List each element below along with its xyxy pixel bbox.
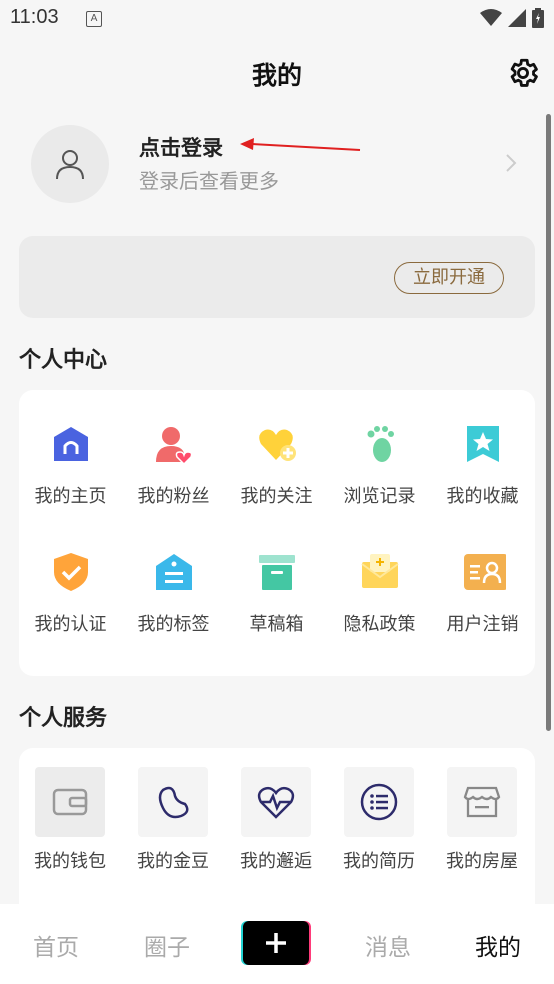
- item-label: 草稿箱: [249, 614, 304, 635]
- item-label: 我的收藏: [446, 486, 519, 507]
- item-my-favorites[interactable]: 我的收藏: [431, 424, 534, 508]
- item-browse-history[interactable]: 浏览记录: [328, 424, 431, 508]
- section-title-personal-center: 个人中心: [19, 348, 108, 373]
- item-label: 隐私政策: [343, 614, 416, 635]
- create-post-button[interactable]: [243, 921, 309, 965]
- scrollbar[interactable]: [546, 114, 551, 731]
- signal-icon: [508, 9, 526, 27]
- wifi-icon: [480, 9, 502, 26]
- draft-box-icon: [258, 555, 295, 590]
- follow-heart-icon: [258, 429, 296, 461]
- red-arrow-annotation: [240, 138, 361, 151]
- item-my-house[interactable]: 我的房屋: [446, 767, 518, 873]
- item-my-verification[interactable]: 我的认证: [19, 552, 122, 636]
- user-icon: [56, 150, 84, 180]
- home-icon: [53, 427, 88, 461]
- item-my-fans[interactable]: 我的粉丝: [122, 424, 225, 508]
- star-bookmark-icon: [466, 426, 499, 462]
- item-my-golden-beans[interactable]: 我的金豆: [137, 767, 209, 873]
- item-privacy-policy[interactable]: 隐私政策: [328, 552, 431, 636]
- item-label: 我的主页: [34, 486, 107, 507]
- avatar[interactable]: [31, 125, 109, 203]
- item-label: 我的关注: [240, 486, 313, 507]
- tab-mine[interactable]: 我的: [458, 928, 538, 962]
- store-icon: [447, 767, 517, 837]
- shield-check-icon: [53, 553, 88, 591]
- personal-center-card: 我的主页 我的粉丝 我的关注 浏览记录 我的收藏 我的认证 我的标签 草稿箱 隐…: [19, 390, 535, 676]
- item-my-following[interactable]: 我的关注: [225, 424, 328, 508]
- list-icon: [344, 767, 414, 837]
- item-label: 我的简历: [343, 851, 415, 872]
- login-title[interactable]: 点击登录: [139, 132, 223, 162]
- tab-circle[interactable]: 圈子: [127, 928, 207, 962]
- item-label: 我的邂逅: [240, 851, 312, 872]
- item-my-encounters[interactable]: 我的邂逅: [240, 767, 312, 873]
- item-label: 用户注销: [446, 614, 519, 635]
- item-label: 我的金豆: [137, 851, 209, 872]
- item-label: 我的标签: [137, 614, 210, 635]
- footprint-icon: [367, 426, 394, 462]
- item-account-cancellation[interactable]: 用户注销: [431, 552, 534, 636]
- notification-icon: A: [86, 11, 102, 27]
- page-title: 我的: [251, 61, 302, 90]
- bean-icon: [138, 767, 208, 837]
- login-row[interactable]: 点击登录 登录后查看更多: [0, 120, 554, 210]
- tag-icon: [155, 554, 192, 590]
- user-card-icon: [463, 554, 508, 590]
- chevron-right-icon[interactable]: [505, 153, 517, 173]
- tab-messages[interactable]: 消息: [348, 928, 428, 962]
- status-time: 11:03: [10, 6, 59, 28]
- item-drafts[interactable]: 草稿箱: [225, 552, 328, 636]
- fans-icon: [155, 427, 192, 466]
- battery-icon: [532, 8, 544, 28]
- status-bar: 11:03 A: [0, 0, 554, 38]
- item-my-wallet[interactable]: 我的钱包: [34, 767, 106, 873]
- item-my-homepage[interactable]: 我的主页: [19, 424, 122, 508]
- bottom-tab-bar: 首页 圈子 消息 我的: [0, 904, 554, 984]
- status-icons: [480, 8, 544, 28]
- item-label: 我的粉丝: [137, 486, 210, 507]
- vip-banner: 立即开通: [19, 236, 535, 318]
- item-label: 我的钱包: [34, 851, 106, 872]
- item-my-resume[interactable]: 我的简历: [343, 767, 415, 873]
- item-label: 我的认证: [34, 614, 107, 635]
- item-label: 我的房屋: [446, 851, 518, 872]
- tab-home[interactable]: 首页: [16, 928, 96, 962]
- login-subtitle: 登录后查看更多: [139, 169, 279, 193]
- privacy-envelope-icon: [360, 554, 399, 588]
- open-vip-button[interactable]: 立即开通: [394, 262, 504, 294]
- heartbeat-icon: [241, 767, 311, 837]
- item-label: 浏览记录: [343, 486, 416, 507]
- wallet-icon: [35, 767, 105, 837]
- section-title-personal-services: 个人服务: [19, 706, 108, 731]
- page-header: 我的: [0, 48, 554, 98]
- plus-icon: [266, 933, 286, 953]
- item-my-tags[interactable]: 我的标签: [122, 552, 225, 636]
- settings-gear-icon[interactable]: [506, 56, 540, 90]
